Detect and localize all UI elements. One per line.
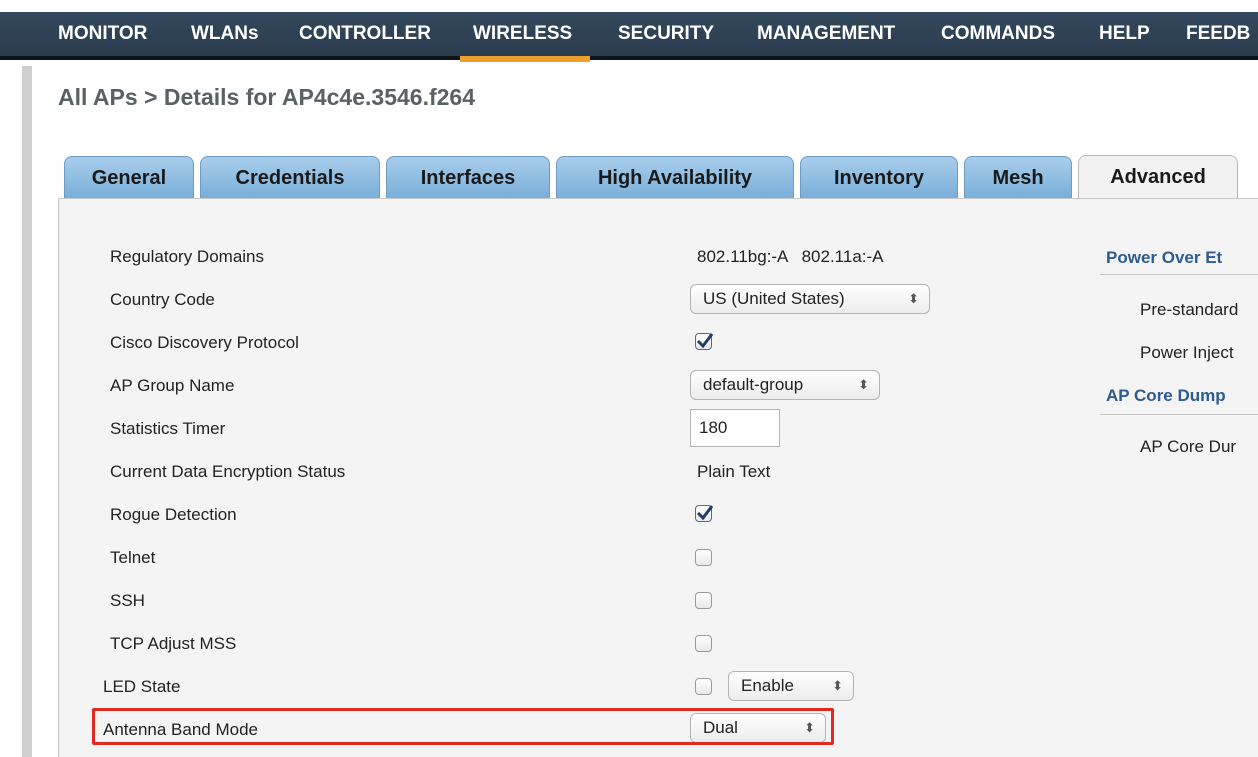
country-code-value: US (United States) — [703, 289, 845, 308]
statistics-timer-input[interactable]: 180 — [690, 409, 780, 447]
top-strip — [0, 0, 1258, 12]
nav-commands[interactable]: COMMANDS — [941, 12, 1055, 56]
led-state-label: LED State — [103, 677, 181, 696]
encryption-status-value: Plain Text — [697, 462, 771, 481]
tab-credentials[interactable]: Credentials — [200, 156, 380, 198]
telnet-checkbox[interactable] — [695, 549, 712, 566]
ap-group-value: default-group — [703, 375, 804, 394]
select-arrows-icon: ⬍ — [832, 678, 843, 693]
nav-wlans[interactable]: WLANs — [191, 12, 259, 56]
checkmark-icon — [696, 333, 714, 349]
breadcrumb: All APs > Details for AP4c4e.3546.f264 — [58, 84, 475, 110]
led-state-value: Enable — [741, 676, 794, 695]
rogue-detection-label: Rogue Detection — [110, 505, 237, 524]
nav-feedback[interactable]: FEEDB — [1186, 12, 1250, 56]
ap-group-select[interactable]: default-group ⬍ — [690, 370, 880, 400]
tcp-adjust-mss-checkbox[interactable] — [695, 635, 712, 652]
checkmark-icon — [696, 505, 714, 521]
power-injector-label: Power Inject — [1140, 343, 1234, 362]
tab-interfaces[interactable]: Interfaces — [386, 156, 550, 198]
left-scroll-rail — [22, 66, 32, 757]
ssh-label: SSH — [110, 591, 145, 610]
tab-high-availability[interactable]: High Availability — [556, 156, 794, 198]
encryption-status-label: Current Data Encryption Status — [110, 462, 346, 481]
regulatory-domains-value: 802.11bg:-A 802.11a:-A — [697, 247, 884, 266]
statistics-timer-label: Statistics Timer — [110, 419, 226, 438]
top-nav-bar: MONITOR WLANs CONTROLLER WIRELESS SECURI… — [0, 12, 1258, 62]
tab-general[interactable]: General — [64, 156, 194, 198]
nav-management[interactable]: MANAGEMENT — [757, 12, 895, 56]
nav-security[interactable]: SECURITY — [618, 12, 714, 56]
ap-group-name-label: AP Group Name — [110, 376, 235, 395]
pre-standard-label: Pre-standard — [1140, 300, 1239, 319]
rogue-detection-checkbox[interactable] — [695, 505, 714, 522]
nav-help[interactable]: HELP — [1099, 12, 1150, 56]
telnet-label: Telnet — [110, 548, 156, 567]
poe-heading: Power Over Et — [1106, 248, 1223, 267]
poe-divider — [1100, 274, 1258, 275]
nav-controller[interactable]: CONTROLLER — [299, 12, 431, 56]
ssh-checkbox[interactable] — [695, 592, 712, 609]
nav-wireless[interactable]: WIRELESS — [459, 12, 591, 62]
highlight-box — [92, 708, 834, 745]
tab-inventory[interactable]: Inventory — [800, 156, 958, 198]
tab-advanced[interactable]: Advanced — [1078, 155, 1238, 199]
core-dump-divider — [1100, 414, 1258, 415]
tab-mesh[interactable]: Mesh — [964, 156, 1072, 198]
led-state-checkbox[interactable] — [695, 678, 712, 695]
nav-monitor[interactable]: MONITOR — [58, 12, 147, 56]
select-arrows-icon: ⬍ — [908, 291, 919, 306]
cdp-label: Cisco Discovery Protocol — [110, 333, 299, 352]
core-dump-item-label: AP Core Dur — [1140, 437, 1237, 456]
country-code-select[interactable]: US (United States) ⬍ — [690, 284, 930, 314]
cdp-checkbox[interactable] — [695, 333, 714, 350]
core-dump-heading: AP Core Dump — [1106, 386, 1226, 405]
regulatory-domains-label: Regulatory Domains — [110, 247, 265, 266]
led-state-select[interactable]: Enable ⬍ — [728, 671, 854, 701]
country-code-label: Country Code — [110, 290, 215, 309]
tcp-adjust-mss-label: TCP Adjust MSS — [110, 634, 237, 653]
select-arrows-icon: ⬍ — [858, 377, 869, 392]
